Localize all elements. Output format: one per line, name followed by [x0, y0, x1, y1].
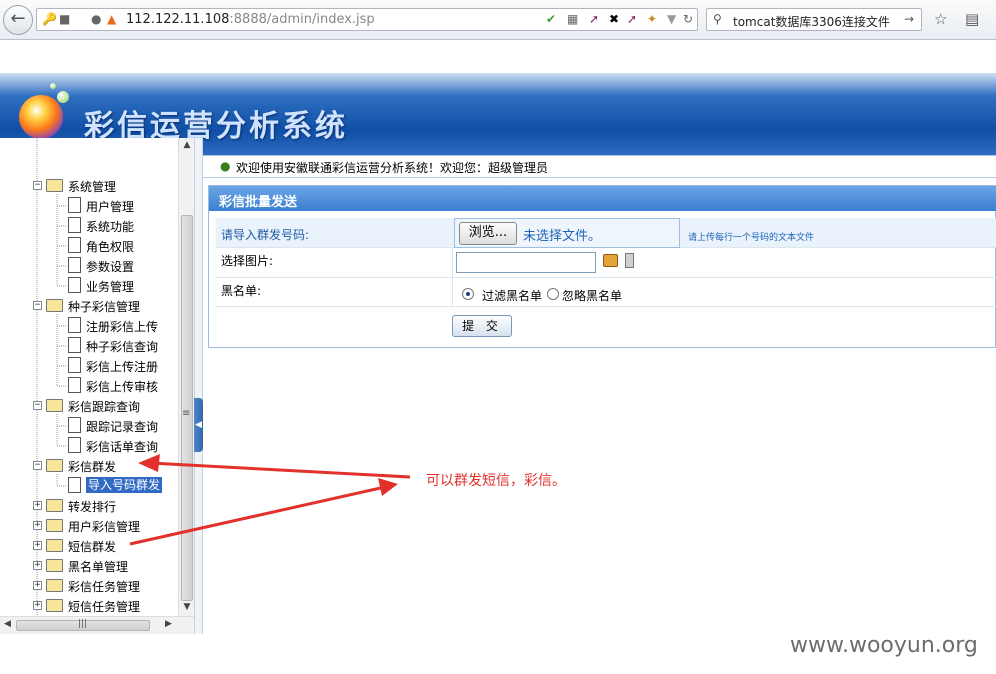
arrow-to-sms-group: [129, 485, 386, 546]
annotation-arrows: [129, 454, 411, 546]
watermark: www.wooyun.org: [790, 633, 978, 658]
arrow-to-mms-group: [149, 461, 411, 479]
arrowhead-right: [378, 478, 398, 496]
annotation-text: 可以群发短信，彩信。: [426, 473, 566, 489]
arrowhead-left: [138, 454, 160, 472]
